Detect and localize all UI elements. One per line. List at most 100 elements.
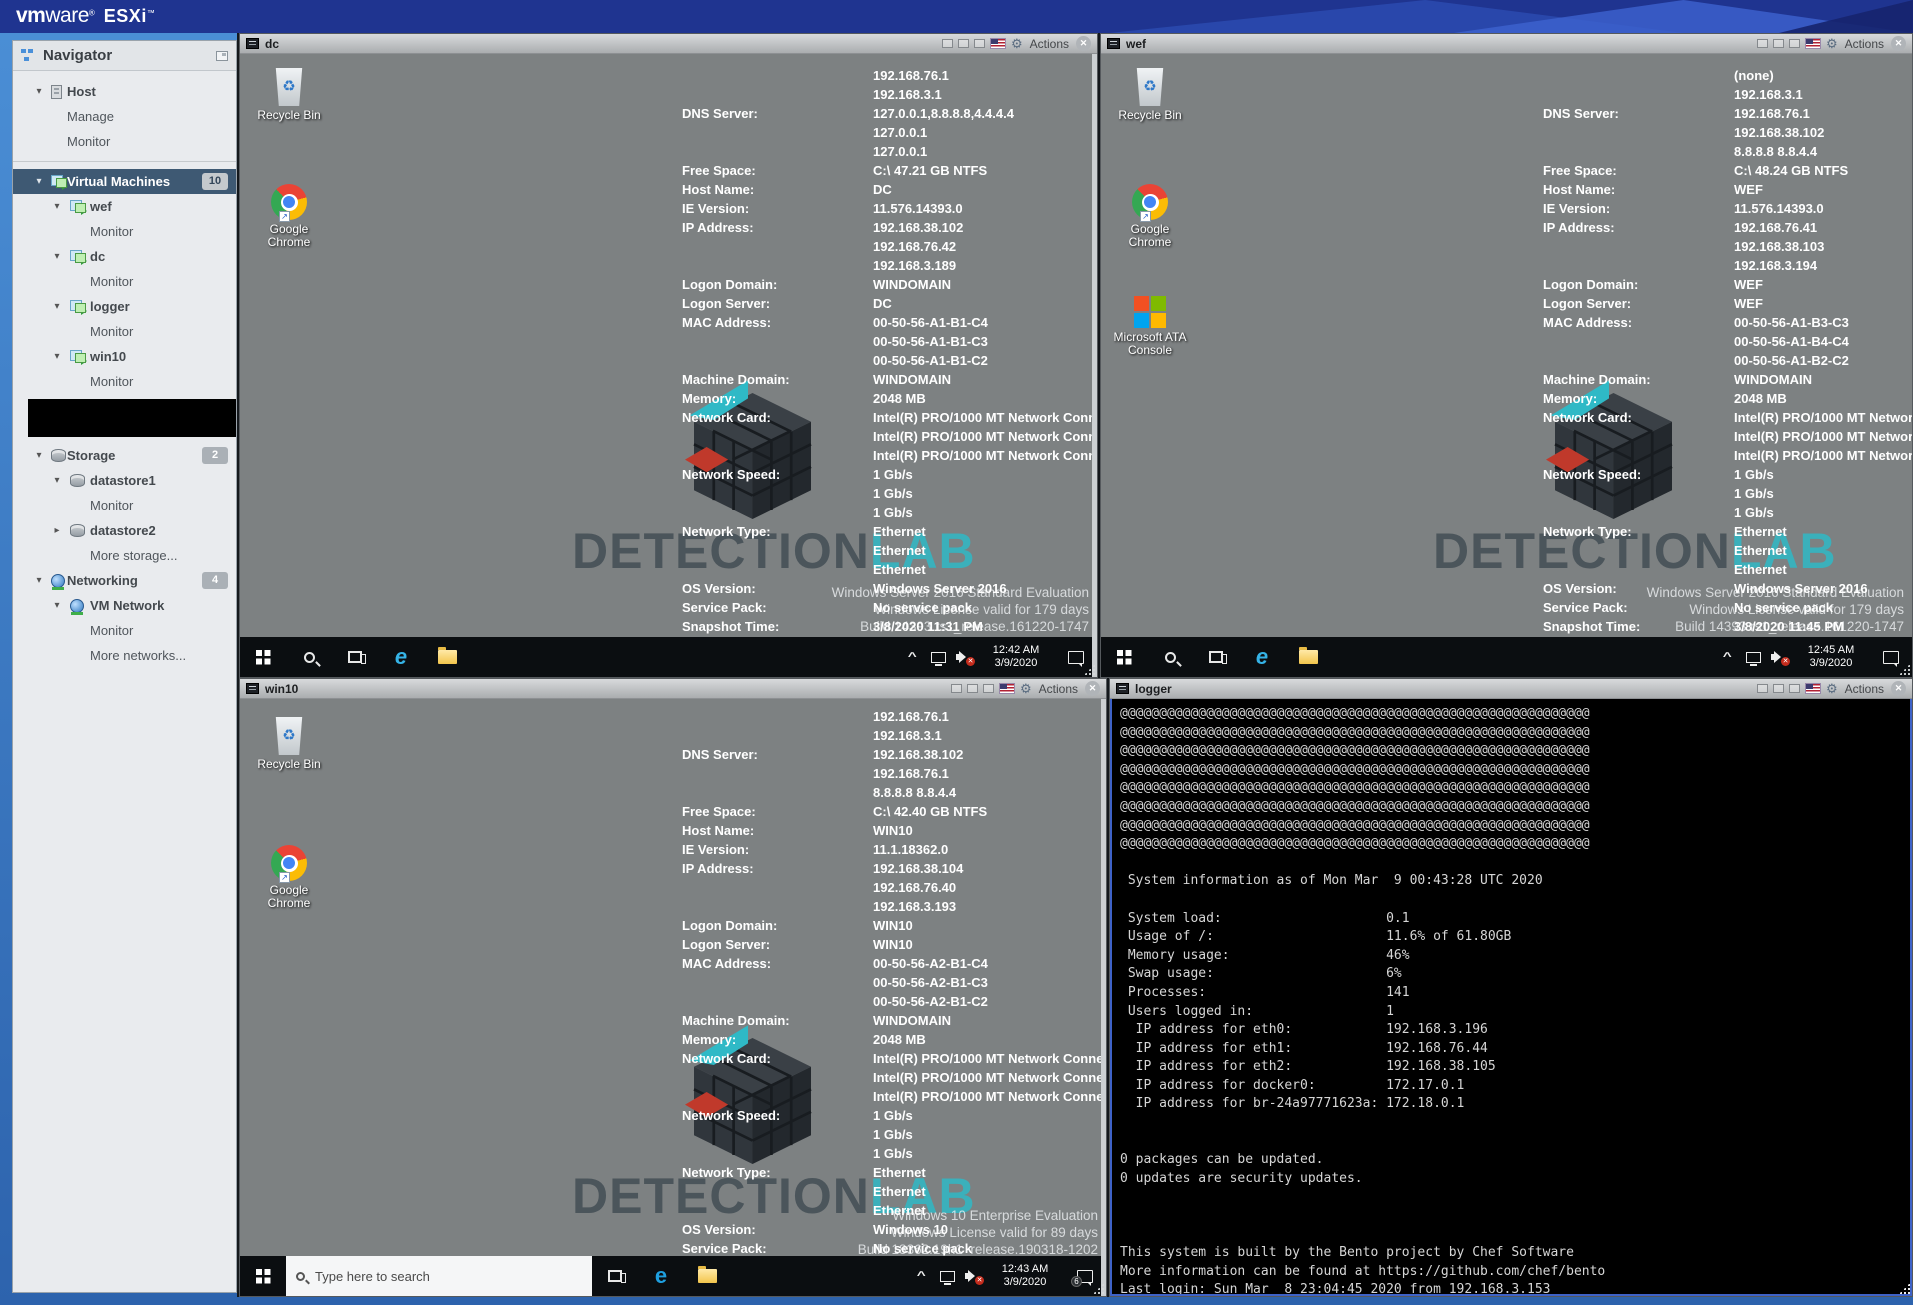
desktop-icon-microsoft-ata-console[interactable]: Microsoft ATA Console (1113, 296, 1187, 357)
sidebar-item-monitor[interactable]: Monitor (13, 129, 236, 154)
panel-pin-icon[interactable] (216, 51, 228, 61)
sidebar-item-datastore2[interactable]: ▸datastore2 (13, 518, 236, 543)
vm-window-titlebar[interactable]: dc ⚙ Actions ✕ (240, 34, 1097, 54)
desktop-icon-google-chrome[interactable]: ↗Google Chrome (252, 845, 326, 910)
chevron-down-icon[interactable]: ▾ (33, 575, 45, 586)
sidebar-item-vm-network[interactable]: ▾VM Network (13, 593, 236, 618)
gear-icon[interactable]: ⚙ (1011, 37, 1023, 50)
close-icon[interactable]: ✕ (1076, 36, 1091, 51)
desktop-icon-recycle-bin[interactable]: Recycle Bin (1113, 68, 1187, 122)
actions-button[interactable]: Actions (1030, 37, 1069, 51)
taskbar-button-file-explorer[interactable] (424, 637, 470, 677)
restore-icon[interactable] (958, 39, 969, 48)
sidebar-item-dc[interactable]: ▾dc (13, 244, 236, 269)
restore-icon[interactable] (1773, 684, 1784, 693)
maximize-icon[interactable] (1789, 39, 1800, 48)
popout-icon[interactable] (951, 684, 962, 693)
taskbar-button-start[interactable] (1101, 637, 1147, 677)
sidebar-item-storage[interactable]: ▾Storage2 (13, 443, 236, 468)
network-tray-button[interactable] (934, 1256, 960, 1296)
sidebar-item-datastore1[interactable]: ▾datastore1 (13, 468, 236, 493)
taskbar-button-edge[interactable]: e (638, 1256, 684, 1296)
sidebar-item-logger[interactable]: ▾logger (13, 294, 236, 319)
chevron-down-icon[interactable]: ▾ (33, 86, 45, 97)
taskbar-button-start[interactable] (240, 637, 286, 677)
sidebar-item-monitor[interactable]: Monitor (13, 369, 236, 394)
sidebar-item-more-networks-[interactable]: More networks... (13, 643, 236, 668)
close-icon[interactable]: ✕ (1891, 681, 1906, 696)
popout-icon[interactable] (1757, 39, 1768, 48)
chevron-down-icon[interactable]: ▾ (51, 351, 63, 362)
hidden-icons-chevron[interactable]: ^ (908, 1256, 934, 1296)
maximize-icon[interactable] (983, 684, 994, 693)
taskbar-button-task-view[interactable] (1193, 637, 1239, 677)
chevron-down-icon[interactable]: ▾ (51, 475, 63, 486)
taskbar-button-task-view[interactable] (332, 637, 378, 677)
gear-icon[interactable]: ⚙ (1826, 682, 1838, 695)
taskbar-clock[interactable]: 12:45 AM3/9/2020 (1792, 644, 1870, 670)
us-keyboard-flag-icon[interactable] (999, 683, 1015, 694)
actions-button[interactable]: Actions (1845, 37, 1884, 51)
scrollbar[interactable] (1092, 54, 1097, 677)
taskbar-button-file-explorer[interactable] (1285, 637, 1331, 677)
us-keyboard-flag-icon[interactable] (1805, 683, 1821, 694)
volume-tray-button[interactable]: ✕ (951, 637, 977, 677)
sidebar-item-manage[interactable]: Manage (13, 104, 236, 129)
desktop-icon-google-chrome[interactable]: ↗Google Chrome (252, 184, 326, 249)
maximize-icon[interactable] (974, 39, 985, 48)
sidebar-item-monitor[interactable]: Monitor (13, 618, 236, 643)
hidden-icons-chevron[interactable]: ^ (899, 637, 925, 677)
desktop-icon-recycle-bin[interactable]: Recycle Bin (252, 717, 326, 771)
taskbar-search-input[interactable]: Type here to search (286, 1256, 592, 1296)
sidebar-item-host[interactable]: ▾Host (13, 79, 236, 104)
taskbar-button-search[interactable] (1147, 637, 1193, 677)
restore-icon[interactable] (967, 684, 978, 693)
vm-desktop[interactable]: Recycle Bin↗Google Chrome DETECTIONLAB W… (240, 699, 1106, 1296)
desktop-icon-recycle-bin[interactable]: Recycle Bin (252, 68, 326, 122)
taskbar-button-search[interactable] (286, 637, 332, 677)
chevron-down-icon[interactable]: ▾ (51, 600, 63, 611)
us-keyboard-flag-icon[interactable] (1805, 38, 1821, 49)
taskbar-button-start[interactable] (240, 1256, 286, 1296)
chevron-down-icon[interactable]: ▾ (51, 251, 63, 262)
sidebar-item-monitor[interactable]: Monitor (13, 493, 236, 518)
sidebar-item-win10[interactable]: ▾win10 (13, 344, 236, 369)
chevron-down-icon[interactable]: ▾ (33, 176, 45, 187)
terminal-console[interactable]: @@@@@@@@@@@@@@@@@@@@@@@@@@@@@@@@@@@@@@@@… (1110, 699, 1912, 1296)
taskbar-button-file-explorer[interactable] (684, 1256, 730, 1296)
close-icon[interactable]: ✕ (1085, 681, 1100, 696)
network-tray-button[interactable] (925, 637, 951, 677)
network-tray-button[interactable] (1740, 637, 1766, 677)
desktop-icon-google-chrome[interactable]: ↗Google Chrome (1113, 184, 1187, 249)
vm-desktop[interactable]: Recycle Bin↗Google Chrome DETECTIONLAB W… (240, 54, 1097, 677)
volume-tray-button[interactable]: ✕ (960, 1256, 986, 1296)
popout-icon[interactable] (1757, 684, 1768, 693)
chevron-down-icon[interactable]: ▾ (33, 450, 45, 461)
taskbar-button-ie[interactable]: e (1239, 637, 1285, 677)
sidebar-item-wef[interactable]: ▾wef (13, 194, 236, 219)
sidebar-item-more-storage-[interactable]: More storage... (13, 543, 236, 568)
taskbar-button-ie[interactable]: e (378, 637, 424, 677)
gear-icon[interactable]: ⚙ (1826, 37, 1838, 50)
chevron-down-icon[interactable]: ▾ (51, 201, 63, 212)
sidebar-item-virtual-machines[interactable]: ▾Virtual Machines10 (13, 169, 236, 194)
actions-button[interactable]: Actions (1845, 682, 1884, 696)
restore-icon[interactable] (1773, 39, 1784, 48)
sidebar-item-monitor[interactable]: Monitor (13, 219, 236, 244)
gear-icon[interactable]: ⚙ (1020, 682, 1032, 695)
us-keyboard-flag-icon[interactable] (990, 38, 1006, 49)
chevron-down-icon[interactable]: ▾ (51, 301, 63, 312)
sidebar-item-monitor[interactable]: Monitor (13, 319, 236, 344)
maximize-icon[interactable] (1789, 684, 1800, 693)
scrollbar[interactable] (1101, 699, 1106, 1296)
actions-button[interactable]: Actions (1039, 682, 1078, 696)
vm-window-titlebar[interactable]: wef ⚙ Actions ✕ (1101, 34, 1912, 54)
vm-window-titlebar[interactable]: win10 ⚙ Actions ✕ (240, 679, 1106, 699)
chevron-right-icon[interactable]: ▸ (51, 525, 63, 536)
taskbar-clock[interactable]: 12:43 AM3/9/2020 (986, 1263, 1064, 1289)
close-icon[interactable]: ✕ (1891, 36, 1906, 51)
vm-desktop[interactable]: Recycle Bin ↗Google Chrome Microsoft ATA C… (1101, 54, 1912, 677)
sidebar-item-monitor[interactable]: Monitor (13, 269, 236, 294)
taskbar-button-task-view[interactable] (592, 1256, 638, 1296)
volume-tray-button[interactable]: ✕ (1766, 637, 1792, 677)
